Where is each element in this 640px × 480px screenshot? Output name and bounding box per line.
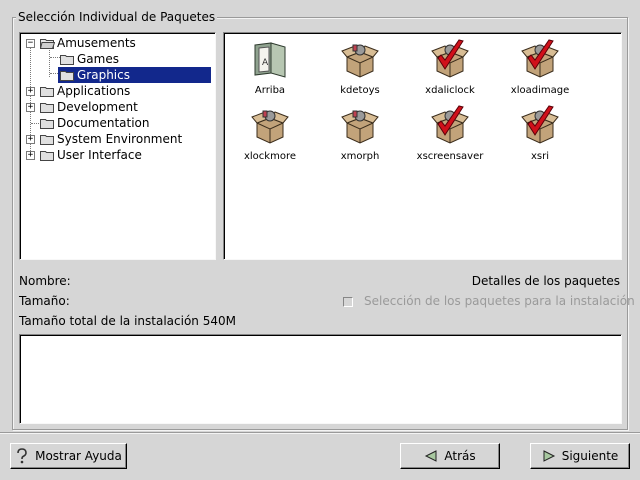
folder-document-icon: A xyxy=(254,42,286,78)
folder-icon xyxy=(40,119,54,129)
bottom-divider xyxy=(0,432,640,434)
folder-icon xyxy=(40,87,54,97)
show-help-button[interactable]: Mostrar Ayuda xyxy=(10,443,127,469)
next-label: Siguiente xyxy=(561,449,619,463)
next-button[interactable]: Siguiente xyxy=(530,443,630,469)
package-item-xsri[interactable]: xsri xyxy=(500,105,580,162)
tree-item-amusements[interactable]: − Amusements xyxy=(20,35,213,51)
select-for-install-label: Selección de los paquetes para la instal… xyxy=(364,294,635,308)
folder-icon xyxy=(60,55,74,65)
package-box-icon xyxy=(341,44,379,78)
package-item-xlockmore[interactable]: xlockmore xyxy=(230,105,310,162)
tree-item-development[interactable]: + Development xyxy=(20,99,213,115)
package-item-xloadimage[interactable]: xloadimage xyxy=(500,39,580,96)
total-size-label: Tamaño total de la instalación 540M xyxy=(19,314,236,328)
show-help-label: Mostrar Ayuda xyxy=(35,449,122,463)
package-box-icon xyxy=(341,110,379,144)
package-item-arriba[interactable]: A Arriba xyxy=(230,39,310,96)
tree-item-user-interface[interactable]: + User Interface xyxy=(20,147,213,163)
package-label: Arriba xyxy=(254,85,286,96)
package-item-kdetoys[interactable]: kdetoys xyxy=(320,39,400,96)
arrow-left-icon xyxy=(425,450,437,462)
tree-item-games[interactable]: Games xyxy=(20,51,213,67)
expand-icon[interactable]: + xyxy=(26,151,35,160)
tree-item-label: Development xyxy=(57,100,138,114)
package-icon-view[interactable]: A Arriba kdetoys xdaliclock xloadimage x… xyxy=(223,32,622,260)
package-box-checked-icon xyxy=(431,105,469,144)
expand-icon[interactable]: + xyxy=(26,135,35,144)
tree-item-label: Amusements xyxy=(57,36,136,50)
folder-icon xyxy=(60,71,74,81)
tree-item-label: System Environment xyxy=(57,132,183,146)
package-item-xmorph[interactable]: xmorph xyxy=(320,105,400,162)
package-label: xsri xyxy=(530,151,550,162)
back-label: Atrás xyxy=(444,449,476,463)
tree-item-graphics[interactable]: Graphics xyxy=(20,67,213,83)
folder-open-icon xyxy=(40,39,55,49)
package-label: xdaliclock xyxy=(425,85,475,96)
package-box-checked-icon xyxy=(521,39,559,78)
tree-item-system-environment[interactable]: + System Environment xyxy=(20,131,213,147)
package-label: kdetoys xyxy=(340,85,380,96)
tree-item-applications[interactable]: + Applications xyxy=(20,83,213,99)
collapse-icon[interactable]: − xyxy=(26,39,35,48)
back-button[interactable]: Atrás xyxy=(400,443,500,469)
tree-item-label: Applications xyxy=(57,84,131,98)
arrow-right-icon xyxy=(543,450,555,462)
name-label: Nombre: xyxy=(19,274,71,288)
folder-icon xyxy=(40,103,54,113)
package-label: xscreensaver xyxy=(416,151,484,162)
package-label: xloadimage xyxy=(510,85,570,96)
package-box-icon xyxy=(251,110,289,144)
tree-item-documentation[interactable]: Documentation xyxy=(20,115,213,131)
package-group-tree[interactable]: − Amusements Games Graphics + Applicatio… xyxy=(19,32,216,260)
help-question-icon xyxy=(17,448,27,464)
expand-icon[interactable]: + xyxy=(26,103,35,112)
tree-item-label: Graphics xyxy=(77,68,130,82)
folder-icon xyxy=(40,151,54,161)
package-details-label: Detalles de los paquetes xyxy=(471,274,620,288)
select-for-install-checkbox[interactable] xyxy=(343,297,353,307)
tree-item-label: User Interface xyxy=(57,148,142,162)
package-item-xscreensaver[interactable]: xscreensaver xyxy=(410,105,490,162)
tree-item-label: Documentation xyxy=(57,116,150,130)
tree-item-label: Games xyxy=(77,52,119,66)
tree-connector xyxy=(31,123,39,124)
package-item-xdaliclock[interactable]: xdaliclock xyxy=(410,39,490,96)
frame-title: Selección Individual de Paquetes xyxy=(16,10,218,24)
package-description-area[interactable] xyxy=(19,334,622,424)
expand-icon[interactable]: + xyxy=(26,87,35,96)
package-box-checked-icon xyxy=(431,39,469,78)
package-box-checked-icon xyxy=(521,105,559,144)
size-label: Tamaño: xyxy=(19,294,70,308)
package-label: xlockmore xyxy=(243,151,296,162)
package-label: xmorph xyxy=(340,151,380,162)
folder-icon xyxy=(40,135,54,145)
svg-text:A: A xyxy=(262,58,269,68)
